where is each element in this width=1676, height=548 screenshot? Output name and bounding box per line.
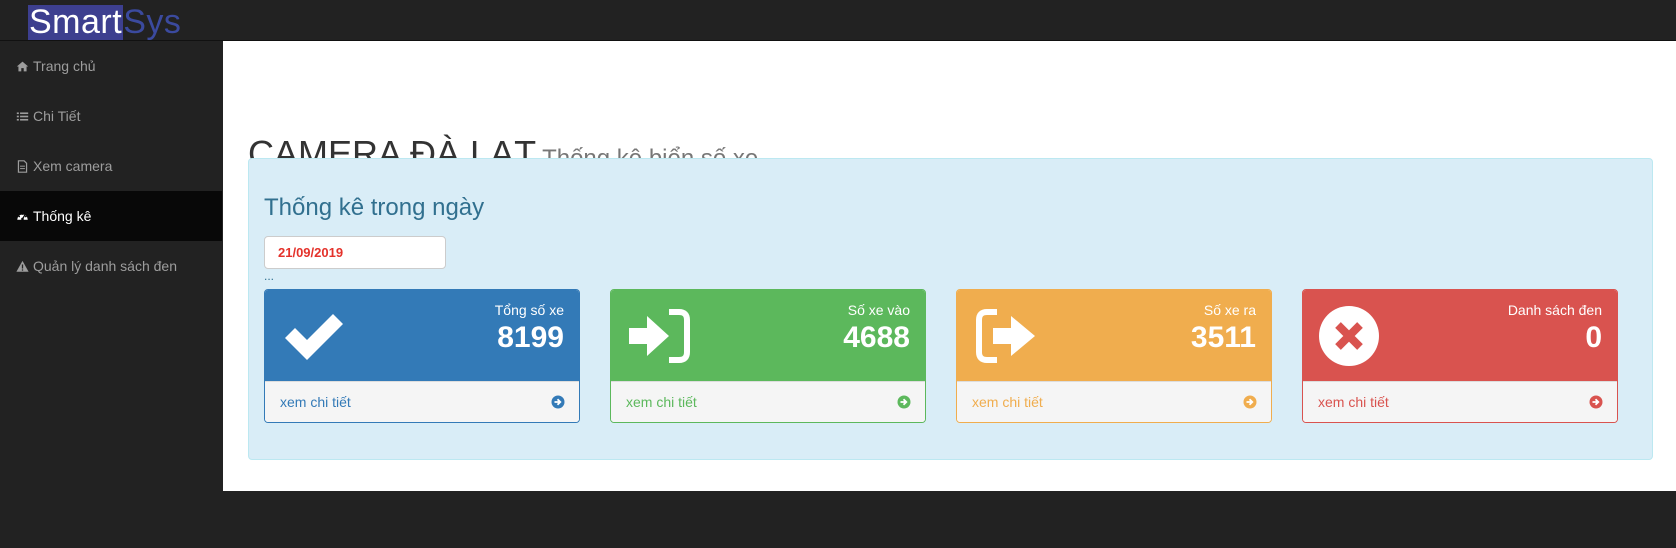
sidebar-item-label: Chi Tiết [33, 108, 81, 124]
stat-card-heading: Số xe vào 4688 [611, 290, 925, 381]
main-content: CAMERA ĐÀ LẠTThống kê biển số xe Thống k… [223, 41, 1676, 491]
stat-card-in: Số xe vào 4688 xem chi tiết [610, 289, 926, 423]
stat-card-heading: Danh sách đen 0 [1303, 290, 1617, 381]
times-circle-icon [1319, 306, 1379, 366]
sidebar-item-details[interactable]: Chi Tiết [0, 91, 222, 141]
list-icon [15, 109, 29, 123]
view-details-text: xem chi tiết [1318, 394, 1389, 410]
brand-logo[interactable]: Smart Sys [28, 5, 181, 40]
arrow-circle-right-icon [897, 395, 911, 409]
stat-label: Danh sách đen [1507, 302, 1602, 318]
stat-card-blacklist: Danh sách đen 0 xem chi tiết [1302, 289, 1618, 423]
sidebar-item-label: Trang chủ [33, 58, 96, 74]
sidebar-item-label: Thống kê [33, 208, 92, 224]
stat-value: 8199 [497, 321, 564, 354]
date-input[interactable]: 21/09/2019 [264, 236, 446, 269]
sidebar-item-statistics[interactable]: Thống kê [0, 191, 222, 241]
brand-part2: Sys [123, 3, 182, 41]
arrow-circle-right-icon [1243, 395, 1257, 409]
stat-card-heading: Tổng số xe 8199 [265, 290, 579, 381]
daily-stats-panel: Thống kê trong ngày 21/09/2019 ... Tổng … [248, 158, 1653, 460]
view-details-text: xem chi tiết [972, 394, 1043, 410]
stat-value: 0 [1585, 321, 1602, 354]
view-details-link[interactable]: xem chi tiết [611, 381, 925, 422]
stat-label: Tổng số xe [494, 302, 564, 318]
brand-part1: Smart [28, 3, 124, 41]
top-navbar: Smart Sys [0, 0, 1676, 41]
check-icon [285, 314, 343, 360]
home-icon [15, 59, 29, 73]
warning-icon [15, 259, 29, 273]
stat-card-heading: Số xe ra 3511 [957, 290, 1271, 381]
stat-card-out: Số xe ra 3511 xem chi tiết [956, 289, 1272, 423]
ellipsis-text: ... [264, 269, 275, 283]
sidebar-item-blacklist[interactable]: Quản lý danh sách đen [0, 241, 222, 291]
stat-label: Số xe ra [1203, 302, 1256, 318]
view-details-link[interactable]: xem chi tiết [265, 381, 579, 422]
view-details-text: xem chi tiết [280, 394, 351, 410]
sidebar-item-label: Xem camera [33, 158, 113, 174]
view-details-link[interactable]: xem chi tiết [957, 381, 1271, 422]
arrow-circle-right-icon [551, 395, 565, 409]
sidebar-item-camera[interactable]: Xem camera [0, 141, 222, 191]
stat-value: 3511 [1190, 321, 1256, 354]
stat-card-total: Tổng số xe 8199 xem chi tiết [264, 289, 580, 423]
sign-out-icon [976, 309, 1035, 363]
view-details-link[interactable]: xem chi tiết [1303, 381, 1617, 422]
stat-label: Số xe vào [847, 302, 910, 318]
panel-title: Thống kê trong ngày [264, 194, 485, 221]
sign-in-icon [629, 309, 690, 363]
sidebar-item-label: Quản lý danh sách đen [33, 258, 177, 274]
view-details-text: xem chi tiết [626, 394, 697, 410]
arrow-circle-right-icon [1589, 395, 1603, 409]
sidebar: Trang chủ Chi Tiết Xem camera Thống kê Q… [0, 41, 222, 491]
sidebar-item-home[interactable]: Trang chủ [0, 41, 222, 91]
dashboard-icon [15, 209, 29, 223]
stat-value: 4688 [843, 321, 910, 354]
file-icon [15, 159, 29, 173]
